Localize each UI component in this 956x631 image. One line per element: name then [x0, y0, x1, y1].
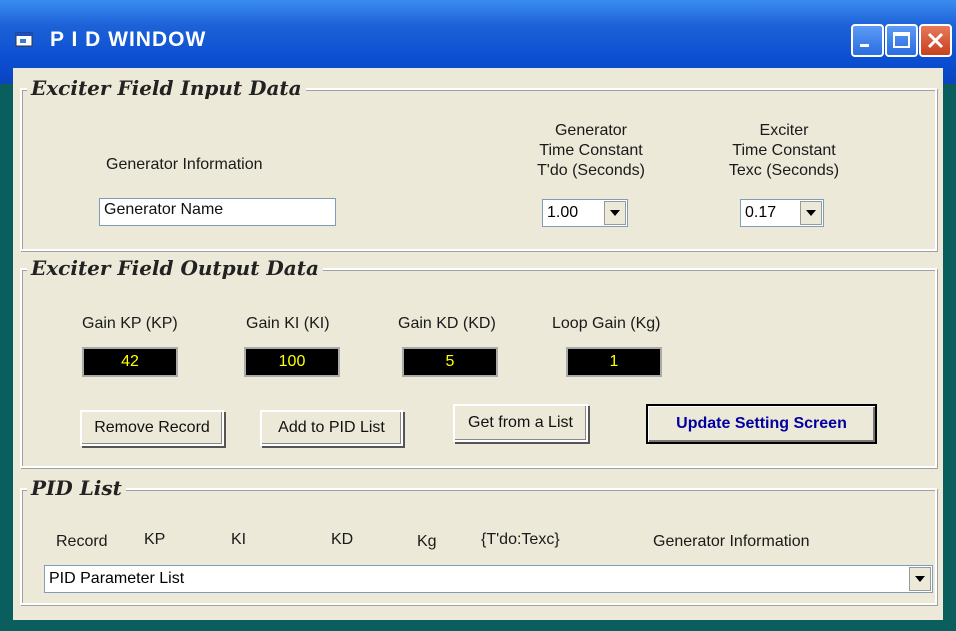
kd-value-display: 5 [402, 347, 498, 377]
ki-value-display: 100 [244, 347, 340, 377]
window-title: P I D WINDOW [50, 28, 207, 51]
kg-value-display: 1 [566, 347, 662, 377]
pid-list-title: PID List [27, 476, 126, 500]
chevron-down-icon[interactable] [909, 567, 931, 591]
column-ki: KI [231, 531, 247, 548]
maximize-icon [893, 32, 910, 48]
pid-window: P I D WINDOW Exciter Field Input Data Ge… [0, 0, 956, 631]
input-data-group: Exciter Field Input Data Generator Infor… [20, 76, 937, 251]
app-icon [15, 32, 33, 47]
kg-label: Loop Gain (Kg) [552, 315, 661, 332]
tdo-select[interactable]: 1.00 [542, 199, 628, 227]
output-data-group: Exciter Field Output Data Gain KP (KP) G… [20, 256, 937, 468]
column-kd: KD [331, 531, 354, 548]
close-button[interactable] [919, 24, 952, 57]
kp-label: Gain KP (KP) [82, 315, 178, 332]
tdo-label: Generator Time Constant T'do (Seconds) [537, 122, 645, 179]
add-to-pid-list-button[interactable]: Add to PID List [260, 410, 403, 446]
get-from-list-button[interactable]: Get from a List [453, 404, 588, 442]
texc-label: Exciter Time Constant Texc (Seconds) [728, 122, 840, 179]
kd-label: Gain KD (KD) [398, 315, 496, 332]
chevron-down-icon[interactable] [800, 201, 822, 225]
update-setting-screen-button[interactable]: Update Setting Screen [646, 404, 877, 444]
output-group-title: Exciter Field Output Data [27, 256, 323, 280]
maximize-button[interactable] [885, 24, 918, 57]
client-area: Exciter Field Input Data Generator Infor… [13, 68, 943, 620]
remove-record-button[interactable]: Remove Record [80, 410, 224, 446]
column-tdo-texc: {T'do:Texc} [481, 531, 560, 548]
input-group-title: Exciter Field Input Data [27, 76, 306, 100]
column-generator-info: Generator Information [653, 533, 810, 550]
close-icon [927, 32, 944, 49]
ki-label: Gain KI (KI) [246, 315, 330, 332]
texc-select[interactable]: 0.17 [740, 199, 824, 227]
kp-value-display: 42 [82, 347, 178, 377]
pid-parameter-list-select[interactable]: PID Parameter List [44, 565, 933, 593]
pid-list-group: PID List Record KP KI KD Kg {T'do:Texc} … [20, 476, 937, 605]
minimize-icon [860, 44, 869, 47]
chevron-down-icon[interactable] [604, 201, 626, 225]
column-kp: KP [144, 531, 166, 548]
generator-info-label: Generator Information [106, 156, 263, 173]
minimize-button[interactable] [851, 24, 884, 57]
column-kg: Kg [417, 533, 437, 550]
generator-name-field[interactable]: Generator Name [99, 198, 336, 226]
column-record: Record [56, 533, 108, 550]
